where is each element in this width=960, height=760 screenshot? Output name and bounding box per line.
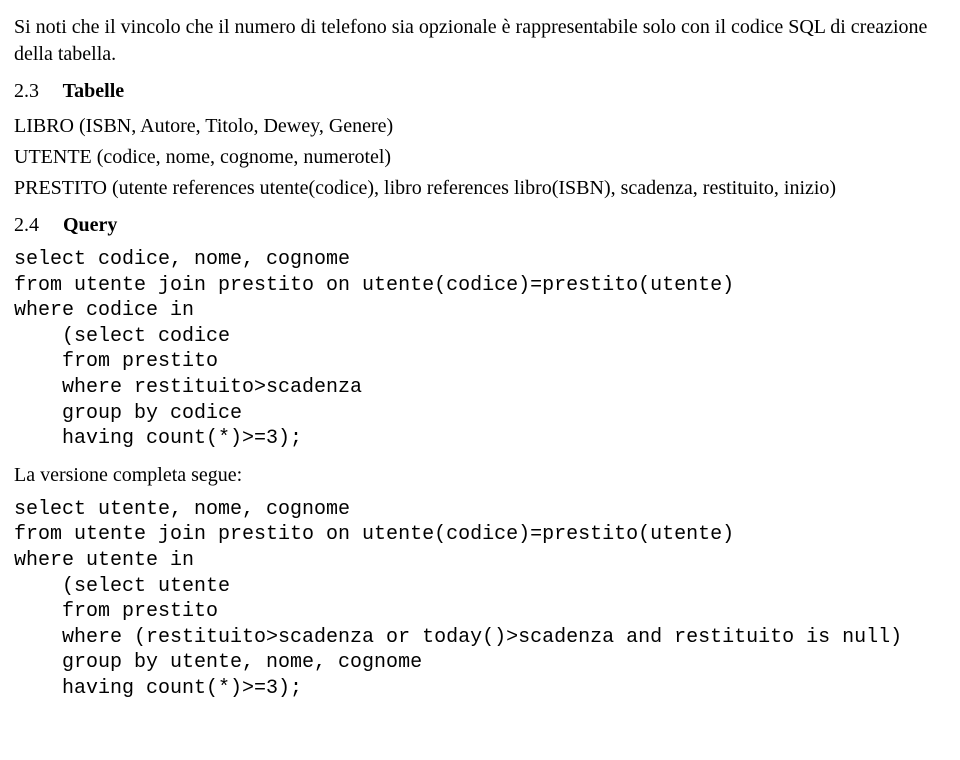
sql-code-block-2: select utente, nome, cognome from utente… bbox=[14, 497, 934, 702]
sql-code-block-1: select codice, nome, cognome from utente… bbox=[14, 247, 934, 452]
section-title: Query bbox=[63, 214, 117, 236]
section-number: 2.3 bbox=[14, 78, 58, 105]
section-heading-query: 2.4 Query bbox=[14, 212, 934, 239]
section-number: 2.4 bbox=[14, 212, 58, 239]
schema-utente: UTENTE (codice, nome, cognome, numerotel… bbox=[14, 144, 934, 171]
between-paragraph: La versione completa segue: bbox=[14, 462, 934, 489]
section-title: Tabelle bbox=[63, 80, 125, 102]
schema-prestito: PRESTITO (utente references utente(codic… bbox=[14, 175, 934, 202]
schema-libro: LIBRO (ISBN, Autore, Titolo, Dewey, Gene… bbox=[14, 113, 934, 140]
section-heading-tabelle: 2.3 Tabelle bbox=[14, 78, 934, 105]
intro-paragraph: Si noti che il vincolo che il numero di … bbox=[14, 14, 934, 68]
